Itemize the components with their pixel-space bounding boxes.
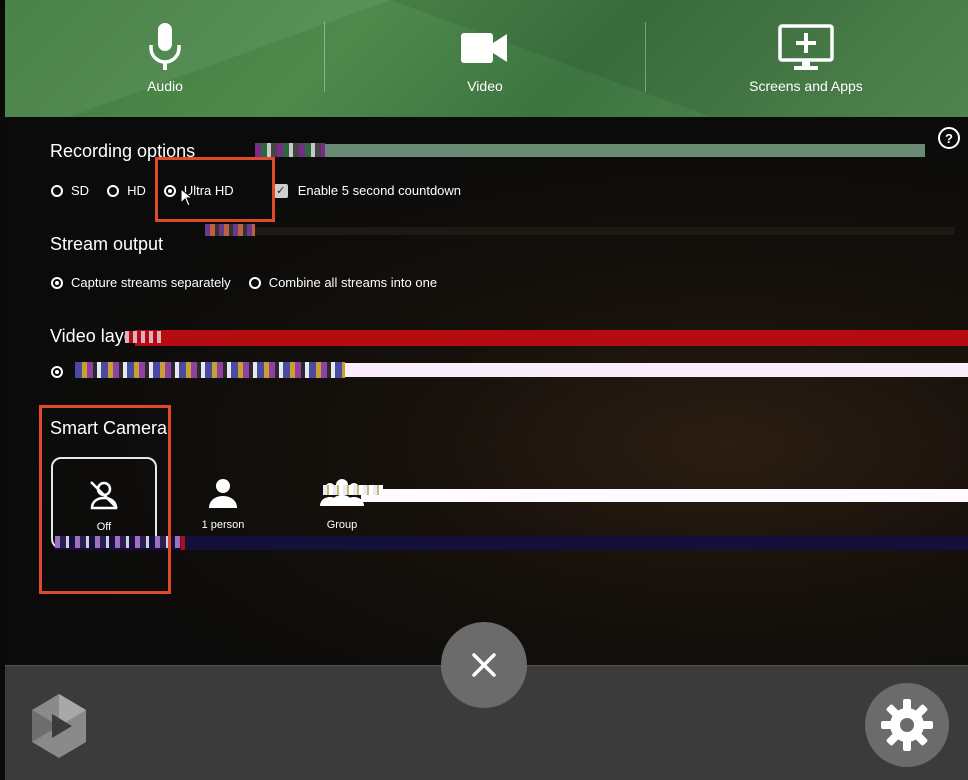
settings-panel: ? Recording options SD HD Ultra HD ✓ Ena… — [5, 117, 968, 665]
video-glitch-artifact — [181, 536, 185, 550]
smart-camera-group-label: Group — [326, 519, 358, 531]
smart-camera-1-person-label: 1 person — [201, 519, 245, 531]
video-glitch-artifact — [135, 330, 968, 346]
stream-option-combine[interactable]: Combine all streams into one — [248, 275, 438, 290]
close-button[interactable] — [441, 622, 527, 708]
radio-video-layout[interactable] — [51, 366, 63, 378]
stream-output-options: Capture streams separately Combine all s… — [51, 275, 455, 290]
video-glitch-artifact — [323, 485, 383, 495]
radio-sd[interactable] — [51, 184, 63, 197]
radio-combine[interactable] — [248, 276, 261, 289]
tab-screens-label: Screens and Apps — [749, 78, 863, 94]
quality-option-sd[interactable]: SD — [51, 183, 89, 198]
video-glitch-artifact — [361, 489, 968, 502]
video-glitch-artifact — [255, 143, 325, 157]
help-icon[interactable]: ? — [938, 127, 960, 149]
video-glitch-artifact — [125, 331, 165, 343]
video-layout-option[interactable] — [51, 366, 71, 378]
stream-option-separate[interactable]: Capture streams separately — [51, 275, 231, 290]
gear-icon — [881, 699, 933, 751]
source-tab-bar: Audio Video Screens and Apps — [5, 0, 968, 117]
tab-video[interactable]: Video — [325, 0, 645, 117]
video-glitch-artifact — [205, 224, 255, 236]
countdown-option[interactable]: ✓ Enable 5 second countdown — [273, 183, 462, 198]
stream-output-title: Stream output — [50, 234, 164, 254]
radio-hd[interactable] — [107, 184, 120, 197]
quality-sd-label: SD — [71, 183, 90, 198]
tab-screens-and-apps[interactable]: Screens and Apps — [646, 0, 966, 117]
tab-video-label: Video — [467, 78, 503, 94]
countdown-checkbox[interactable]: ✓ — [273, 183, 288, 198]
screen-add-icon — [778, 22, 834, 74]
highlight-box-smart-camera — [39, 405, 171, 594]
video-glitch-artifact — [345, 363, 968, 377]
app-logo-icon — [28, 692, 90, 765]
video-glitch-artifact — [325, 144, 925, 157]
quality-hd-label: HD — [127, 183, 146, 198]
video-camera-icon — [461, 22, 509, 74]
quality-option-hd[interactable]: HD — [107, 183, 146, 198]
radio-separate[interactable] — [51, 276, 63, 289]
tab-audio[interactable]: Audio — [5, 0, 325, 117]
person-icon — [206, 473, 240, 513]
video-glitch-artifact — [75, 362, 345, 378]
microphone-icon — [148, 22, 182, 74]
video-glitch-artifact — [255, 227, 955, 235]
stream-combine-label: Combine all streams into one — [268, 275, 438, 290]
countdown-label: Enable 5 second countdown — [297, 183, 462, 198]
highlight-box-ultra-hd — [155, 157, 275, 222]
tab-audio-label: Audio — [147, 78, 183, 94]
video-glitch-artifact — [55, 536, 968, 550]
video-layout-title: Video layo — [50, 326, 134, 346]
close-icon — [472, 653, 496, 677]
settings-button[interactable] — [865, 683, 949, 767]
stream-separate-label: Capture streams separately — [71, 275, 231, 290]
